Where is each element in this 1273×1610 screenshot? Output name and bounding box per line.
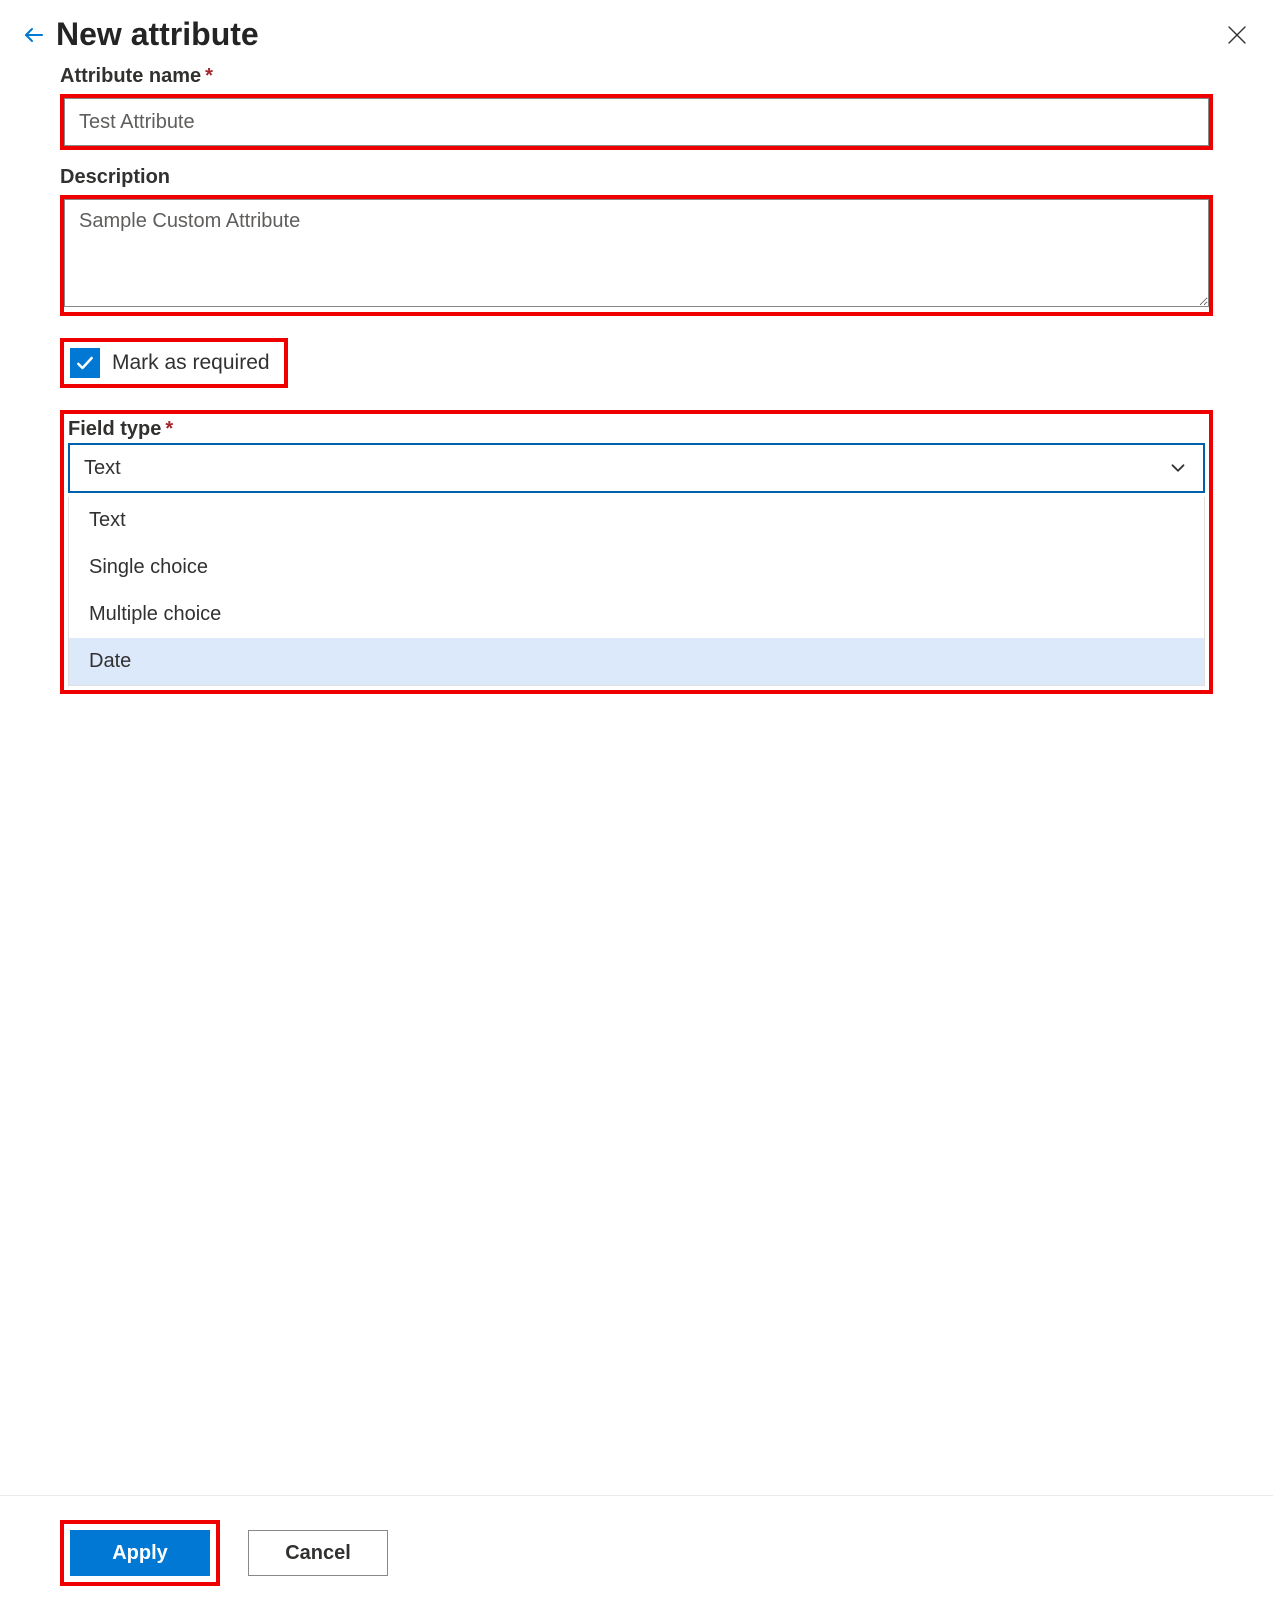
field-type-option-date[interactable]: Date: [69, 638, 1204, 685]
description-label: Description: [60, 166, 1213, 189]
description-input[interactable]: [64, 199, 1209, 307]
description-group: Description: [60, 166, 1213, 316]
field-type-option-single-choice[interactable]: Single choice: [69, 544, 1204, 591]
panel-content: Attribute name* Description Mark as requ…: [0, 61, 1273, 1495]
description-highlight: [60, 195, 1213, 316]
back-arrow-icon[interactable]: [20, 21, 48, 49]
mark-required-row[interactable]: Mark as required: [60, 338, 288, 388]
field-type-option-text[interactable]: Text: [69, 497, 1204, 544]
chevron-down-icon: [1167, 457, 1189, 479]
panel-title: New attribute: [56, 16, 1221, 53]
field-type-selected-value: Text: [84, 457, 121, 480]
cancel-button[interactable]: Cancel: [248, 1530, 388, 1576]
field-type-select[interactable]: Text: [68, 443, 1205, 493]
attribute-name-label: Attribute name*: [60, 65, 1213, 88]
new-attribute-panel: New attribute Attribute name* Descriptio…: [0, 0, 1273, 1610]
attribute-name-input[interactable]: [64, 98, 1209, 146]
field-type-label: Field type*: [68, 418, 1205, 441]
field-type-label-text: Field type: [68, 418, 161, 440]
mark-required-label: Mark as required: [112, 351, 270, 375]
panel-footer: Apply Cancel: [0, 1495, 1273, 1610]
apply-button[interactable]: Apply: [70, 1530, 210, 1576]
field-type-block: Field type* Text Text Single choice Mult…: [60, 410, 1213, 694]
apply-highlight: Apply: [60, 1520, 220, 1586]
mark-required-checkbox[interactable]: [70, 348, 100, 378]
field-type-options: Text Single choice Multiple choice Date: [68, 497, 1205, 686]
panel-header: New attribute: [0, 0, 1273, 61]
attribute-name-highlight: [60, 94, 1213, 150]
close-icon[interactable]: [1221, 19, 1253, 51]
attribute-name-group: Attribute name*: [60, 65, 1213, 150]
attribute-name-label-text: Attribute name: [60, 65, 201, 87]
required-asterisk-icon: *: [205, 65, 213, 87]
required-asterisk-icon: *: [165, 418, 173, 440]
field-type-option-multiple-choice[interactable]: Multiple choice: [69, 591, 1204, 638]
